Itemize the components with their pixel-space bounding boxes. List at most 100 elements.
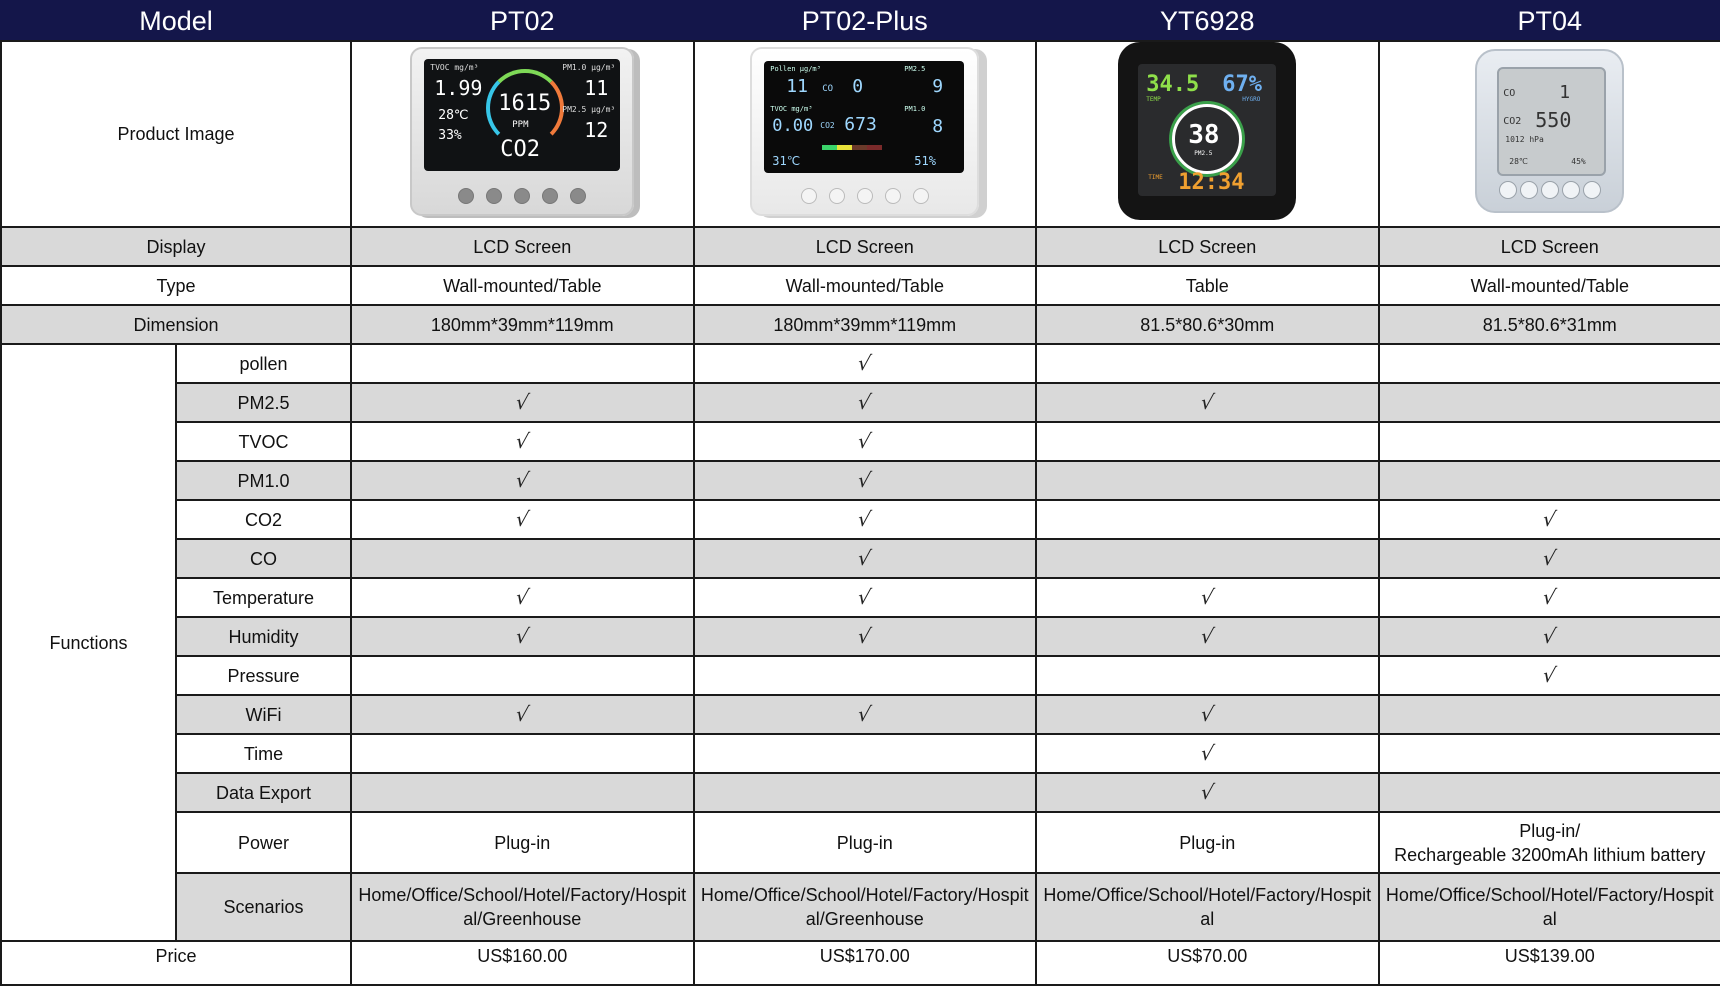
support-cell-pt04: √	[1377, 616, 1720, 658]
product-image-yt6928: 34.5 TEMP 67% HYGRO 38 PM2.5 TIME 12:34	[1118, 42, 1297, 220]
support-cell-yt6928: √	[1035, 772, 1380, 814]
model-header-pt02: PT02	[350, 0, 695, 42]
row-label: Dimension	[0, 304, 353, 346]
check-icon: √	[1541, 623, 1559, 648]
comparison-table: Model PT02 PT02-Plus YT6928 PT04 Product…	[0, 0, 1720, 987]
support-cell-pt02-plus: √	[692, 421, 1038, 463]
function-row-tvoc: TVOC √ √	[1, 421, 1720, 463]
screen-value: 11	[786, 75, 808, 97]
screen-value: 673	[844, 113, 877, 135]
function-label: WiFi	[174, 694, 353, 736]
screen-text: TIME	[1148, 174, 1163, 181]
model-header: Model	[0, 0, 353, 42]
screen-text: PPM	[512, 119, 529, 130]
function-label: pollen	[174, 343, 353, 385]
support-cell-pt04	[1377, 421, 1720, 463]
screen-text: PM1.0 μg/m³	[562, 62, 616, 72]
function-label: CO	[174, 538, 353, 580]
function-row-pressure: Pressure √	[1, 655, 1720, 697]
screen-value: 0	[852, 75, 864, 97]
support-cell-pt04	[1377, 733, 1720, 775]
check-icon: √	[1198, 779, 1216, 804]
support-cell-pt02-plus	[692, 733, 1038, 775]
screen-value: 11	[584, 75, 609, 100]
check-icon: √	[513, 701, 531, 726]
screen-value: 9	[932, 75, 944, 97]
screen-text: TVOC mg/m³	[430, 62, 479, 72]
screen-text: TVOC mg/m³	[770, 104, 813, 113]
support-cell-pt02	[350, 655, 695, 697]
function-label: Data Export	[174, 772, 353, 814]
support-cell-pt02	[350, 733, 695, 775]
screen-value: 38	[1188, 120, 1220, 150]
function-label: PM1.0	[174, 460, 353, 502]
support-cell-yt6928: √	[1035, 694, 1380, 736]
support-cell-pt02-plus: √	[692, 538, 1038, 580]
price-row: Price US$160.00 US$170.00 US$70.00 US$139.00	[0, 940, 1720, 987]
scenarios-cell-pt04: Home/Office/School/Hotel/Factory/Hospita…	[1377, 872, 1720, 943]
function-label: Humidity	[174, 616, 353, 658]
support-cell-pt04: √	[1377, 655, 1720, 697]
check-icon: √	[1541, 545, 1559, 570]
price-label: Price	[0, 940, 353, 987]
power-label: Power	[174, 811, 353, 875]
check-icon: √	[1541, 506, 1559, 531]
scenarios-cell-pt02-plus: Home/Office/School/Hotel/Factory/Hospita…	[692, 872, 1038, 943]
row-label: Display	[0, 226, 353, 268]
screen-text: Pollen μg/m³	[770, 64, 821, 73]
check-icon: √	[856, 701, 874, 726]
cell-pt02-plus: LCD Screen	[692, 226, 1038, 268]
check-icon: √	[513, 623, 531, 648]
cell-pt04: Wall-mounted/Table	[1377, 265, 1720, 307]
support-cell-pt02: √	[350, 382, 695, 424]
support-cell-pt02-plus	[692, 772, 1038, 814]
cell-pt02-plus: 180mm*39mm*119mm	[692, 304, 1038, 346]
support-cell-pt02-plus: √	[692, 616, 1038, 658]
support-cell-pt02: √	[350, 577, 695, 619]
product-image-cell-pt02: TVOC mg/m³ 1.99 28℃ 33% 1615 PPM CO2 PM1…	[350, 39, 695, 229]
screen-text: PM2.5 μg/m³	[562, 104, 616, 114]
support-cell-yt6928: √	[1035, 616, 1380, 658]
functions-label: Functions	[0, 343, 177, 943]
support-cell-yt6928	[1035, 343, 1380, 385]
support-cell-yt6928: √	[1035, 382, 1380, 424]
spec-row-display: Display LCD Screen LCD Screen LCD Screen LCD…	[0, 226, 1720, 268]
device-screen: 34.5 TEMP 67% HYGRO 38 PM2.5 TIME 12:34	[1138, 64, 1277, 196]
product-image-cell-pt02-plus: Pollen μg/m³ 11 CO 0 PM2.5 9 TVOC mg/m³ …	[692, 39, 1038, 229]
check-icon: √	[1198, 623, 1216, 648]
product-image-pt02: TVOC mg/m³ 1.99 28℃ 33% 1615 PPM CO2 PM1…	[410, 46, 635, 216]
check-icon: √	[856, 623, 874, 648]
power-cell-pt02-plus: Plug-in	[692, 811, 1038, 875]
support-cell-pt02: √	[350, 421, 695, 463]
model-header-yt6928: YT6928	[1035, 0, 1380, 42]
support-cell-yt6928	[1035, 460, 1380, 502]
screen-value: 1.99	[434, 75, 483, 100]
support-cell-pt02: √	[350, 616, 695, 658]
check-icon: √	[1541, 662, 1559, 687]
function-row-humidity: Humidity √ √ √ √	[1, 616, 1720, 658]
support-cell-pt02-plus: √	[692, 382, 1038, 424]
cell-yt6928: 81.5*80.6*30mm	[1035, 304, 1380, 346]
device-screen: TVOC mg/m³ 1.99 28℃ 33% 1615 PPM CO2 PM1…	[424, 58, 621, 171]
screen-value: 31℃	[772, 153, 801, 168]
product-image-label: Product Image	[0, 39, 353, 229]
model-header-pt04: PT04	[1377, 0, 1720, 42]
support-cell-yt6928: √	[1035, 577, 1380, 619]
function-row-time: Time √	[1, 733, 1720, 775]
screen-text: CO	[822, 83, 834, 94]
product-image-row: Product Image TVOC mg/m³ 1.99 28℃ 33% 16…	[0, 39, 1720, 229]
support-cell-pt02-plus: √	[692, 694, 1038, 736]
air-quality-bar	[822, 144, 883, 150]
support-cell-pt04	[1377, 694, 1720, 736]
cell-yt6928: LCD Screen	[1035, 226, 1380, 268]
device-buttons	[1477, 181, 1622, 199]
spec-row-dimension: Dimension 180mm*39mm*119mm 180mm*39mm*119m…	[0, 304, 1720, 346]
support-cell-pt02: √	[350, 499, 695, 541]
function-row-pm2-5: PM2.5 √ √ √	[1, 382, 1720, 424]
check-icon: √	[856, 467, 874, 492]
scenarios-row: Scenarios Home/Office/School/Hotel/Factor…	[1, 872, 1720, 943]
support-cell-yt6928: √	[1035, 733, 1380, 775]
support-cell-pt02-plus: √	[692, 343, 1038, 385]
support-cell-pt02-plus: √	[692, 460, 1038, 502]
screen-value: 28℃	[438, 107, 469, 123]
